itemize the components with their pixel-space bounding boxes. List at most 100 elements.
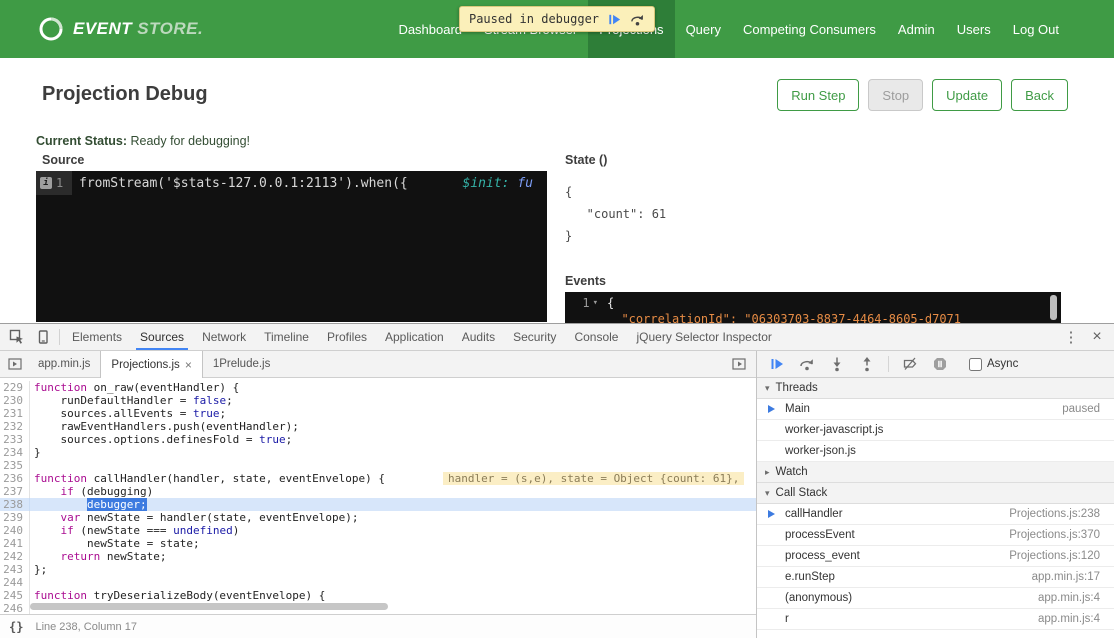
- line-number[interactable]: 236: [0, 472, 30, 485]
- file-tab-app-min-js[interactable]: app.min.js: [28, 351, 100, 377]
- step-over-icon[interactable]: [630, 12, 645, 27]
- devtools-tab-timeline[interactable]: Timeline: [255, 324, 318, 350]
- resume-button[interactable]: [768, 355, 786, 373]
- devtools-close-icon[interactable]: ×: [1084, 325, 1110, 349]
- line-number[interactable]: 243: [0, 563, 30, 576]
- line-number[interactable]: 245: [0, 589, 30, 602]
- source-code-editor[interactable]: 229function on_raw(eventHandler) {230 ru…: [0, 378, 756, 614]
- code-text: };: [30, 563, 47, 576]
- inspect-element-icon[interactable]: [4, 325, 30, 349]
- back-button[interactable]: Back: [1011, 79, 1068, 111]
- threads-section-header[interactable]: ▾ Threads: [757, 378, 1114, 399]
- pretty-print-button[interactable]: {}: [9, 620, 23, 634]
- call-stack-frame[interactable]: process_eventProjections.js:120: [757, 546, 1114, 567]
- file-tab-1prelude-js[interactable]: 1Prelude.js: [203, 351, 281, 377]
- nav-item-query[interactable]: Query: [675, 0, 732, 58]
- thread-item[interactable]: worker-javascript.js: [757, 420, 1114, 441]
- code-line: 242 return newState;: [0, 550, 756, 563]
- line-number[interactable]: 238: [0, 498, 30, 511]
- async-checkbox[interactable]: [969, 358, 982, 371]
- line-number[interactable]: 235: [0, 459, 30, 472]
- events-line: 1 ▾ {: [565, 295, 1061, 311]
- file-tab-projections-js[interactable]: Projections.js×: [100, 351, 202, 378]
- call-stack-frame[interactable]: (anonymous)app.min.js:4: [757, 588, 1114, 609]
- call-stack-frame[interactable]: callHandlerProjections.js:238: [757, 504, 1114, 525]
- devtools-tab-profiles[interactable]: Profiles: [318, 324, 376, 350]
- call-stack-frame[interactable]: processEventProjections.js:370: [757, 525, 1114, 546]
- line-number[interactable]: 239: [0, 511, 30, 524]
- navigator-toggle-icon[interactable]: [2, 352, 28, 376]
- devtools-menu-icon[interactable]: ⋮: [1058, 325, 1084, 349]
- update-button[interactable]: Update: [932, 79, 1002, 111]
- code-line: 229function on_raw(eventHandler) {: [0, 381, 756, 394]
- watch-caret-icon: ▸: [765, 467, 770, 478]
- fold-caret-icon[interactable]: ▾: [593, 298, 598, 308]
- inline-value-annotation: handler = (s,e), state = Object {count: …: [443, 472, 744, 485]
- call-stack-frame[interactable]: e.runStepapp.min.js:17: [757, 567, 1114, 588]
- pause-on-exceptions-button[interactable]: [931, 355, 949, 373]
- line-number[interactable]: 234: [0, 446, 30, 459]
- devtools-tab-jquery-selector-inspector[interactable]: jQuery Selector Inspector: [627, 324, 780, 350]
- nav-item-log-out[interactable]: Log Out: [1002, 0, 1070, 58]
- info-annotation-icon: i: [40, 177, 52, 189]
- source-panel-label: Source: [42, 153, 84, 167]
- nav-item-admin[interactable]: Admin: [887, 0, 946, 58]
- call-stack-section-header[interactable]: ▾ Call Stack: [757, 483, 1114, 504]
- async-option: Async: [969, 358, 1018, 371]
- line-number[interactable]: 241: [0, 537, 30, 550]
- frame-location: Projections.js:370: [1009, 529, 1100, 541]
- code-text: var newState = handler(state, eventEnvel…: [30, 511, 359, 524]
- nav-item-competing-consumers[interactable]: Competing Consumers: [732, 0, 887, 58]
- code-text: debugger;: [30, 498, 147, 511]
- page-title: Projection Debug: [42, 83, 208, 106]
- logo-text: EVENTSTORE.: [73, 19, 203, 39]
- line-number[interactable]: 244: [0, 576, 30, 589]
- paused-in-debugger-banner: Paused in debugger: [459, 6, 655, 32]
- devtools-tab-sources[interactable]: Sources: [131, 324, 193, 350]
- events-editor[interactable]: 1 ▾ { "correlationId": "06303703-8837-44…: [565, 292, 1061, 323]
- frame-function: callHandler: [785, 508, 843, 520]
- line-number[interactable]: 230: [0, 394, 30, 407]
- events-scrollbar[interactable]: [1050, 295, 1057, 320]
- line-number[interactable]: 229: [0, 381, 30, 394]
- line-number[interactable]: 240: [0, 524, 30, 537]
- nav-item-users[interactable]: Users: [946, 0, 1002, 58]
- devtools-tabbar-right: ⋮ ×: [1058, 325, 1110, 349]
- line-number[interactable]: 242: [0, 550, 30, 563]
- line-number[interactable]: 237: [0, 485, 30, 498]
- thread-item[interactable]: Mainpaused: [757, 399, 1114, 420]
- threads-section-title: Threads: [776, 382, 818, 394]
- debugger-sidebar-toggle-icon[interactable]: [726, 352, 752, 376]
- devtools-tab-network[interactable]: Network: [193, 324, 255, 350]
- code-line: 236function callHandler(handler, state, …: [0, 472, 756, 485]
- watch-section-header[interactable]: ▸ Watch: [757, 462, 1114, 483]
- line-number[interactable]: 233: [0, 433, 30, 446]
- step-over-button[interactable]: [798, 355, 816, 373]
- device-toolbar-icon[interactable]: [30, 325, 56, 349]
- step-out-button[interactable]: [858, 355, 876, 373]
- debugger-sidebar: Async ▾ Threads Mainpausedworker-javascr…: [757, 351, 1114, 638]
- line-number[interactable]: 246: [0, 602, 30, 614]
- code-line: 234}: [0, 446, 756, 459]
- code-text: return newState;: [30, 550, 166, 563]
- devtools-tab-application[interactable]: Application: [376, 324, 453, 350]
- stop-button[interactable]: Stop: [868, 79, 923, 111]
- deactivate-breakpoints-button[interactable]: [901, 355, 919, 373]
- event-store-logo[interactable]: EVENTSTORE.: [38, 16, 203, 42]
- line-number[interactable]: 232: [0, 420, 30, 433]
- thread-item[interactable]: worker-json.js: [757, 441, 1114, 462]
- run-step-button[interactable]: Run Step: [777, 79, 859, 111]
- devtools-tab-audits[interactable]: Audits: [453, 324, 504, 350]
- call-stack-frame[interactable]: rapp.min.js:4: [757, 609, 1114, 630]
- code-text: newState = state;: [30, 537, 200, 550]
- devtools-tab-console[interactable]: Console: [565, 324, 627, 350]
- step-into-button[interactable]: [828, 355, 846, 373]
- resume-icon[interactable]: [607, 12, 622, 27]
- close-tab-icon[interactable]: ×: [185, 358, 192, 372]
- projection-source-editor[interactable]: i 1 fromStream('$stats-127.0.0.1:2113').…: [36, 171, 547, 322]
- code-text: function callHandler(handler, state, eve…: [30, 472, 744, 485]
- devtools-tab-security[interactable]: Security: [504, 324, 565, 350]
- line-number[interactable]: 231: [0, 407, 30, 420]
- devtools-tab-elements[interactable]: Elements: [63, 324, 131, 350]
- editor-hscrollbar[interactable]: [30, 603, 388, 610]
